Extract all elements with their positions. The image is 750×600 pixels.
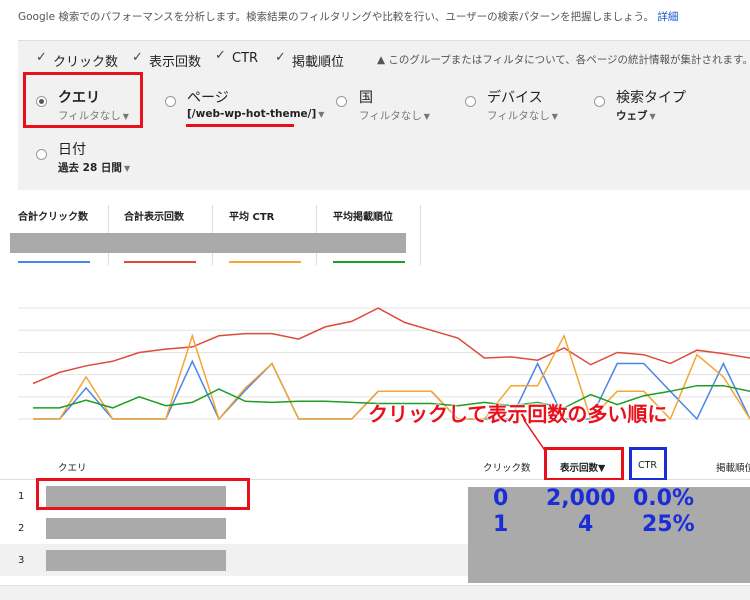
column-clicks[interactable]: クリック数 xyxy=(483,460,531,474)
checkbox-icon[interactable] xyxy=(132,50,144,66)
checkbox-icon[interactable] xyxy=(215,48,227,64)
description-text: Google 検索でのパフォーマンスを分析します。検索結果のフィルタリングや比較… xyxy=(18,11,655,23)
summary-divider xyxy=(420,205,421,265)
stat-row1-clicks: 0 xyxy=(493,486,509,511)
warning-icon: ▲ xyxy=(377,54,386,66)
details-link[interactable]: 詳細 xyxy=(657,11,678,23)
dimension-device-filter[interactable]: フィルタなし ▼ xyxy=(487,108,558,123)
summary-total-clicks[interactable]: 合計クリック数 xyxy=(18,208,88,223)
clicks-legend-line xyxy=(18,261,90,263)
metric-clicks[interactable]: クリック数 xyxy=(36,50,119,70)
stat-row2-clicks: 1 xyxy=(493,512,509,537)
stat-row2-impressions: 4 xyxy=(578,512,594,537)
dimension-device-title[interactable]: デバイス xyxy=(487,87,543,107)
metric-label: 表示回数 xyxy=(149,55,202,70)
metric-label: クリック数 xyxy=(53,55,119,70)
highlight-query-box xyxy=(23,72,143,128)
summary-average-position[interactable]: 平均掲載順位 xyxy=(333,208,393,223)
metric-ctr[interactable]: CTR xyxy=(215,48,259,66)
dimension-country-title[interactable]: 国 xyxy=(359,87,373,107)
series-line-impressions xyxy=(32,307,750,385)
row-number: 1 xyxy=(18,491,25,502)
chevron-down-icon: ▼ xyxy=(649,112,656,121)
dimension-country-filter[interactable]: フィルタなし ▼ xyxy=(359,108,430,123)
highlight-ctr-header xyxy=(629,447,667,481)
query-redacted[interactable] xyxy=(46,550,226,571)
notice-text: このグループまたはフィルタについて、各ページの統計情報が集計されます。 xyxy=(388,54,750,66)
radio-search-type[interactable] xyxy=(594,96,605,107)
summary-values-redacted xyxy=(10,233,406,253)
metric-position[interactable]: 掲載順位 xyxy=(275,50,345,70)
highlight-page-underline xyxy=(186,124,294,127)
dimension-search-type-filter[interactable]: ウェブ ▼ xyxy=(616,108,656,123)
stat-row2-ctr: 25% xyxy=(642,512,695,537)
horizontal-scrollbar[interactable] xyxy=(0,585,750,600)
metric-label: CTR xyxy=(232,51,259,66)
aggregation-notice: ▲ このグループまたはフィルタについて、各ページの統計情報が集計されます。 xyxy=(377,52,750,67)
column-query[interactable]: クエリ xyxy=(58,460,87,474)
chevron-down-icon: ▼ xyxy=(423,112,430,121)
dimension-page-title[interactable]: ページ xyxy=(187,87,229,107)
chevron-down-icon: ▼ xyxy=(123,164,131,173)
stat-row1-ctr: 0.0% xyxy=(633,486,695,511)
dimension-date-title[interactable]: 日付 xyxy=(58,139,86,159)
chevron-down-icon: ▼ xyxy=(551,112,558,121)
row-number: 2 xyxy=(18,523,25,534)
stat-row1-impressions: 2,000 xyxy=(546,486,616,511)
impressions-legend-line xyxy=(124,261,196,263)
summary-average-ctr[interactable]: 平均 CTR xyxy=(229,208,274,223)
page-description: Google 検索でのパフォーマンスを分析します。検索結果のフィルタリングや比較… xyxy=(18,9,678,24)
summary-total-impressions[interactable]: 合計表示回数 xyxy=(124,208,184,223)
query-redacted[interactable] xyxy=(46,518,226,539)
dimension-date-filter[interactable]: 過去 28 日間 ▼ xyxy=(58,160,130,175)
radio-device[interactable] xyxy=(465,96,476,107)
position-legend-line xyxy=(333,261,405,263)
highlight-first-query xyxy=(36,478,250,510)
column-position[interactable]: 掲載順位 xyxy=(716,460,750,474)
dimension-search-type-title[interactable]: 検索タイプ xyxy=(616,87,686,107)
ctr-legend-line xyxy=(229,261,301,263)
checkbox-icon[interactable] xyxy=(36,50,48,66)
radio-page[interactable] xyxy=(165,96,176,107)
radio-date[interactable] xyxy=(36,149,47,160)
metric-impressions[interactable]: 表示回数 xyxy=(132,50,202,70)
highlight-impressions-header xyxy=(544,447,624,481)
chevron-down-icon: ▼ xyxy=(318,110,325,119)
dimension-page-filter[interactable]: [/web-wp-hot-theme/] ▼ xyxy=(187,108,324,120)
row-number: 3 xyxy=(18,555,25,566)
metric-label: 掲載順位 xyxy=(292,55,345,70)
checkbox-icon[interactable] xyxy=(275,50,287,66)
radio-country[interactable] xyxy=(336,96,347,107)
